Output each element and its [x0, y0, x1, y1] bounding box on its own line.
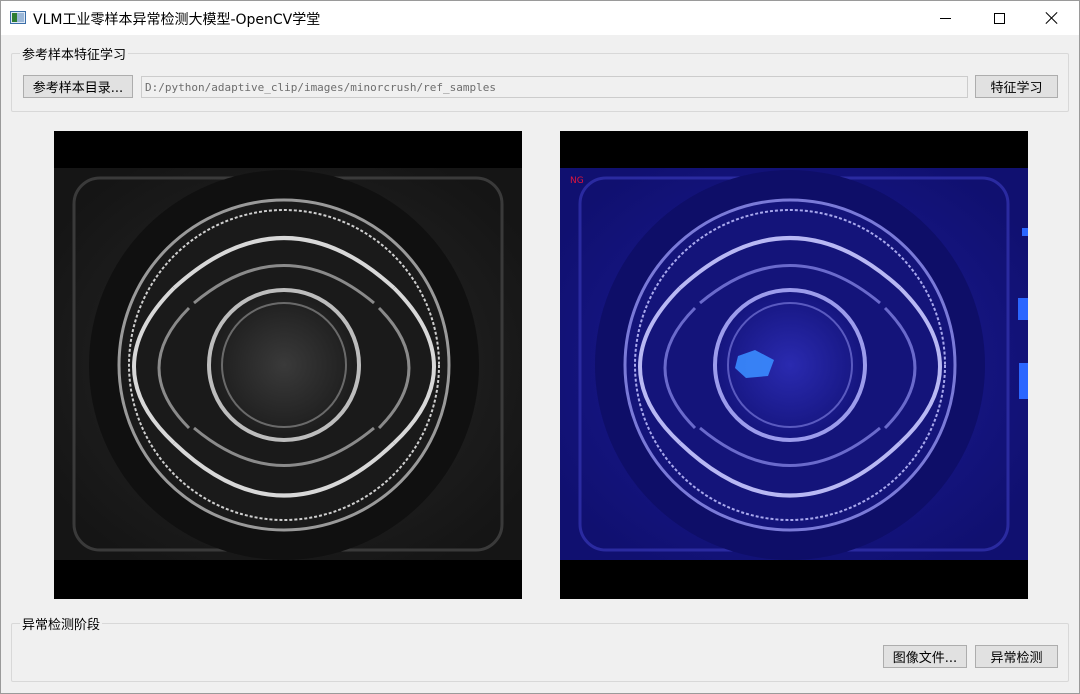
minimize-button[interactable] — [918, 1, 972, 35]
original-image-view — [54, 131, 522, 599]
anomaly-heatmap-view: NG — [560, 131, 1028, 599]
close-icon — [1046, 12, 1058, 24]
feature-learn-button[interactable]: 特征学习 — [975, 75, 1058, 98]
detect-group-title: 异常检测阶段 — [20, 614, 103, 633]
ref-sample-group-title: 参考样本特征学习 — [20, 44, 129, 63]
ref-sample-dir-button[interactable]: 参考样本目录... — [23, 75, 133, 98]
part-image — [54, 168, 522, 560]
maximize-icon — [993, 12, 1005, 24]
maximize-button[interactable] — [972, 1, 1026, 35]
image-file-button[interactable]: 图像文件... — [883, 645, 967, 668]
window-title: VLM工业零样本异常检测大模型-OpenCV学堂 — [33, 12, 321, 28]
heatmap-image — [560, 168, 1028, 560]
ng-status-label: NG — [570, 176, 584, 186]
anomaly-detect-button[interactable]: 异常检测 — [975, 645, 1058, 668]
ref-sample-path-field[interactable]: D:/python/adaptive_clip/images/minorcrus… — [141, 76, 968, 98]
app-icon — [10, 11, 26, 24]
main-window: VLM工业零样本异常检测大模型-OpenCV学堂 参考样本特征学习 参考样本目录… — [0, 0, 1080, 694]
close-button[interactable] — [1025, 1, 1079, 35]
title-bar[interactable]: VLM工业零样本异常检测大模型-OpenCV学堂 — [1, 1, 1079, 35]
minimize-icon — [939, 17, 951, 19]
